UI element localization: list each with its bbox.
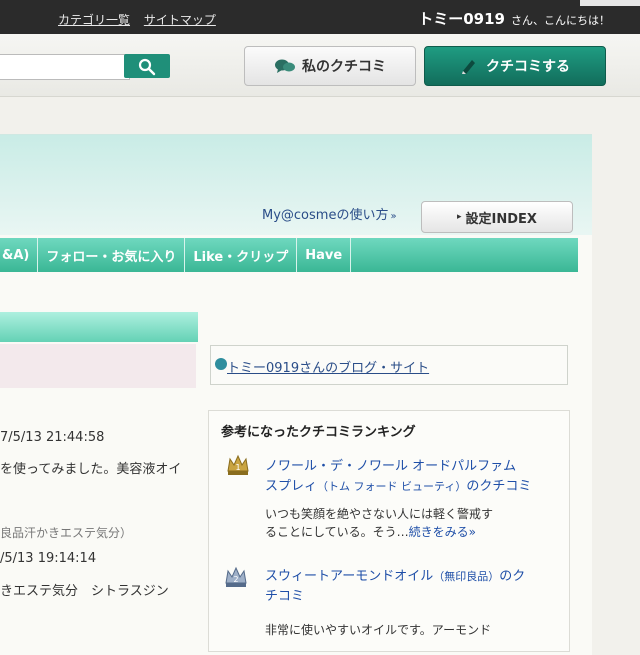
- rank-2-title-suffix: のク: [499, 569, 526, 584]
- top-corner-decoration: [580, 0, 640, 6]
- triangle-right-icon: ▸: [457, 212, 462, 222]
- rank-1-excerpt-line2: ることにしている。そう…: [265, 525, 409, 539]
- rank-1-title-link[interactable]: ノワール・デ・ノワール オードパルファム スプレィ（トム フォード ビューティ）…: [265, 457, 531, 497]
- settings-index-button[interactable]: ▸ 設定INDEX: [421, 201, 573, 233]
- post-kuchikomi-button[interactable]: クチコミする: [424, 46, 606, 86]
- search-button[interactable]: [124, 54, 170, 78]
- rank-1-brand: （トム フォード ビューティ）: [317, 480, 467, 493]
- rank-2-title-link[interactable]: スウィートアーモンドオイル（無印良品）のク チコミ: [265, 567, 525, 607]
- rank-2-brand: （無印良品）: [433, 570, 500, 583]
- username[interactable]: トミー0919: [418, 10, 505, 28]
- top-links: カテゴリ一覧 サイトマップ: [58, 11, 226, 28]
- rank-2-excerpt: 非常に使いやすいオイルです。アーモンド: [265, 623, 492, 637]
- blog-site-link[interactable]: トミー0919さんのブログ・サイト: [227, 357, 429, 376]
- post-kuchikomi-label: クチコミする: [486, 59, 570, 75]
- rank-1-title-line2: スプレィ: [265, 479, 318, 494]
- post-product[interactable]: 良品汗かきエステ気分）: [0, 524, 132, 541]
- post-timestamp: /5/13 19:14:14: [0, 551, 97, 566]
- double-arrow-icon: »: [468, 525, 477, 539]
- read-more-link[interactable]: 続きをみる: [409, 525, 469, 539]
- post-timestamp: 7/5/13 21:44:58: [0, 430, 105, 445]
- rank-2-number: 2: [233, 575, 238, 584]
- left-section-header: [0, 312, 198, 342]
- greeting-text: さん、こんにちは！: [511, 14, 610, 27]
- my-kuchikomi-label: 私のクチコミ: [302, 59, 386, 75]
- pencil-icon: [462, 60, 475, 74]
- left-section-band: [0, 344, 196, 388]
- rank-1-excerpt: いつも笑顔を絶やさない人には軽く警戒す ることにしている。そう…続きをみる»: [265, 505, 493, 541]
- rank-2-crown-icon: 2: [225, 566, 247, 587]
- post-snippet[interactable]: を使ってみました。美容液オイ: [0, 458, 181, 477]
- tab-like-clip[interactable]: Like・クリップ: [185, 238, 298, 272]
- rank-1-excerpt-line1: いつも笑顔を絶やさない人には軽く警戒す: [265, 507, 494, 521]
- rank-1-title-suffix: のクチコミ: [466, 479, 532, 494]
- tab-follow-favorites[interactable]: フォロー・お気に入り: [38, 238, 186, 272]
- post-snippet[interactable]: きエステ気分 シトラスジン: [0, 580, 169, 599]
- category-list-link[interactable]: カテゴリ一覧: [58, 13, 130, 27]
- search-icon: [138, 58, 156, 76]
- sitemap-link[interactable]: サイトマップ: [144, 13, 216, 27]
- rank-1-title-line1: ノワール・デ・ノワール オードパルファム: [265, 459, 517, 474]
- arrow-circle-icon: [215, 358, 227, 370]
- rank-2-title-line1: スウィートアーモンドオイル: [265, 569, 434, 584]
- my-kuchikomi-button[interactable]: 私のクチコミ: [244, 46, 416, 86]
- double-arrow-icon: »: [390, 211, 397, 222]
- rank-1-crown-icon: 1: [227, 454, 249, 475]
- blog-site-box: トミー0919さんのブログ・サイト: [210, 345, 568, 385]
- how-to-use-link[interactable]: My@cosmeの使い方»: [262, 204, 397, 223]
- settings-index-label: 設定INDEX: [465, 211, 537, 227]
- tab-qa[interactable]: &A): [0, 238, 39, 272]
- rank-2-title-line2: チコミ: [265, 589, 305, 604]
- header: 私のクチコミ クチコミする: [0, 34, 640, 97]
- user-greeting: トミー0919 さん、こんにちは！: [418, 8, 610, 29]
- speech-bubble-icon: [275, 59, 295, 73]
- helpful-ranking: 参考になったクチコミランキング 1 ノワール・デ・ノワール オードパルファム ス…: [208, 410, 570, 652]
- tab-have[interactable]: Have: [297, 238, 352, 272]
- top-bar: カテゴリ一覧 サイトマップ トミー0919 さん、こんにちは！: [0, 0, 640, 34]
- search-input[interactable]: [0, 54, 130, 80]
- how-to-use-label: My@cosmeの使い方: [262, 208, 389, 223]
- ranking-title: 参考になったクチコミランキング: [221, 425, 416, 440]
- rank-1-number: 1: [235, 463, 240, 472]
- mypage-tabs: &A) フォロー・お気に入り Like・クリップ Have: [0, 238, 578, 272]
